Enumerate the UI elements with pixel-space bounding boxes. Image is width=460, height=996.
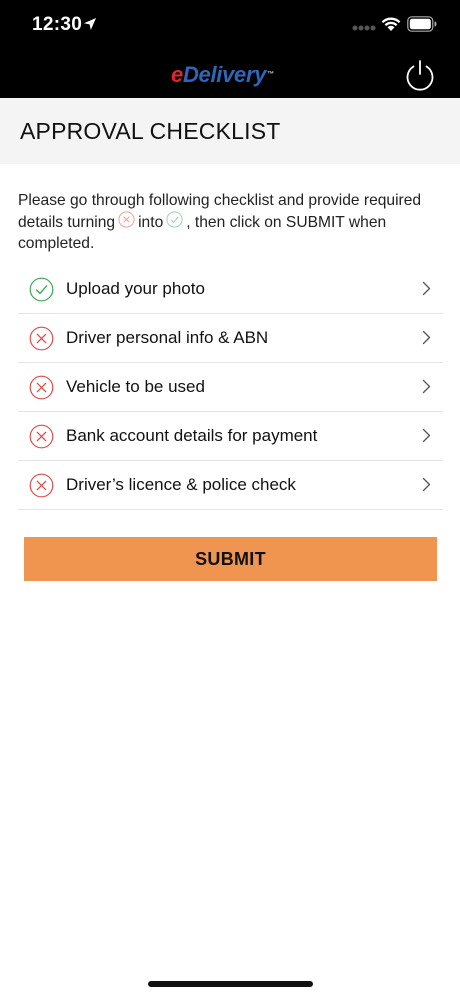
checklist-item-label: Driver personal info & ABN	[66, 328, 269, 347]
checklist-item-upload-photo[interactable]: Upload your photo	[18, 265, 443, 314]
instructions-part-2: into	[138, 214, 164, 231]
checklist-item-label: Vehicle to be used	[66, 377, 205, 396]
battery-icon	[407, 16, 437, 32]
chevron-right-icon	[422, 281, 431, 296]
home-indicator[interactable]	[148, 981, 313, 987]
logo-text: Delivery	[182, 62, 267, 87]
status-time: 12:30	[32, 14, 83, 35]
checklist-item-label: Driver’s licence & police check	[66, 475, 296, 494]
incomplete-x-icon	[29, 326, 54, 351]
approval-checklist-screen: 12:30 eDelivery™ APPROVAL CHECKLIST Plea…	[0, 0, 460, 996]
chevron-right-icon	[422, 379, 431, 394]
chevron-right-icon	[422, 330, 431, 345]
checklist-item-label: Bank account details for payment	[66, 426, 318, 445]
submit-button[interactable]: SUBMIT	[24, 537, 437, 581]
checklist-item-bank-account[interactable]: Bank account details for payment	[18, 412, 443, 461]
status-bar: 12:30	[0, 0, 460, 52]
title-band: APPROVAL CHECKLIST	[0, 98, 460, 164]
incomplete-x-icon	[29, 473, 54, 498]
complete-check-icon	[29, 277, 54, 302]
complete-check-icon	[166, 211, 183, 228]
checklist-item-licence-police-check[interactable]: Driver’s licence & police check	[18, 461, 443, 510]
checklist-item-vehicle[interactable]: Vehicle to be used	[18, 363, 443, 412]
edelivery-logo: eDelivery™	[171, 62, 274, 88]
incomplete-x-icon	[29, 375, 54, 400]
checklist-item-label: Upload your photo	[66, 279, 205, 298]
logo-trademark: ™	[267, 71, 274, 78]
chevron-right-icon	[422, 477, 431, 492]
logo-prefix: e	[171, 62, 183, 87]
wifi-icon	[381, 17, 401, 31]
power-icon[interactable]	[402, 58, 438, 94]
page-title: APPROVAL CHECKLIST	[20, 118, 281, 144]
incomplete-x-icon	[29, 424, 54, 449]
incomplete-x-icon	[118, 211, 135, 228]
app-header: eDelivery™	[0, 52, 460, 98]
checklist: Upload your photo Driver personal info &…	[18, 265, 443, 510]
checklist-item-personal-info[interactable]: Driver personal info & ABN	[18, 314, 443, 363]
cellular-signal-icon	[352, 25, 376, 31]
location-arrow-icon	[84, 18, 96, 30]
chevron-right-icon	[422, 428, 431, 443]
instructions-text: Please go through following checklist an…	[18, 190, 443, 254]
